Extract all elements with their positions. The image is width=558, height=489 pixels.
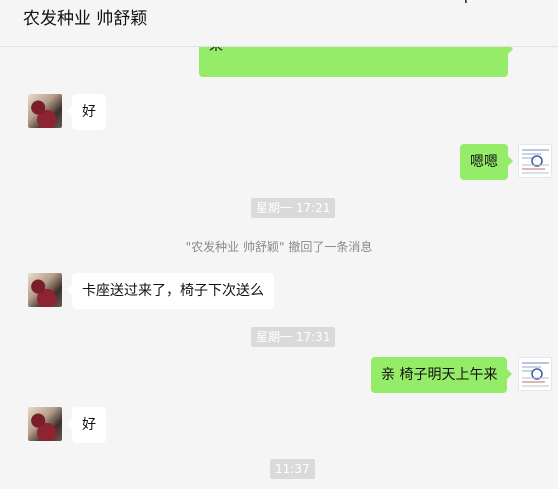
- timestamp: 星期一 17:21: [251, 198, 336, 218]
- message-text: 亲 椅子明天上午来: [381, 367, 498, 383]
- message-text: 来: [209, 46, 223, 54]
- contact-avatar[interactable]: [28, 407, 62, 441]
- message-list[interactable]: 来 好 嗯嗯 星期一 17:21 "农发种业 帅舒颖" 撤回了一条消息 卡座送过…: [0, 46, 558, 489]
- timestamp: 星期一 17:31: [251, 327, 336, 347]
- message-text: 好: [82, 417, 96, 433]
- my-avatar[interactable]: [518, 144, 552, 178]
- message-bubble[interactable]: 好: [67, 94, 106, 130]
- chat-header: 农发种业 帅舒颖 ✛ ⋯: [0, 0, 558, 47]
- contact-avatar[interactable]: [28, 273, 62, 307]
- chat-title: 农发种业 帅舒颖: [23, 9, 148, 29]
- message-bubble-partial[interactable]: 来: [199, 46, 513, 77]
- message-text: 嗯嗯: [470, 154, 498, 170]
- my-avatar[interactable]: [518, 357, 552, 391]
- message-bubble[interactable]: 亲 椅子明天上午来: [371, 357, 513, 393]
- message-bubble[interactable]: 好: [67, 407, 106, 443]
- contact-avatar[interactable]: [28, 94, 62, 128]
- timestamp: 11:37: [270, 459, 315, 479]
- recall-notice: "农发种业 帅舒颖" 撤回了一条消息: [185, 240, 373, 254]
- add-icon[interactable]: ✛: [460, 0, 472, 6]
- message-text: 好: [82, 104, 96, 120]
- message-bubble[interactable]: 嗯嗯: [460, 144, 513, 180]
- message-bubble[interactable]: 卡座送过来了，椅子下次送么: [67, 273, 274, 309]
- message-text: 卡座送过来了，椅子下次送么: [82, 283, 264, 299]
- more-icon[interactable]: ⋯: [520, 0, 534, 6]
